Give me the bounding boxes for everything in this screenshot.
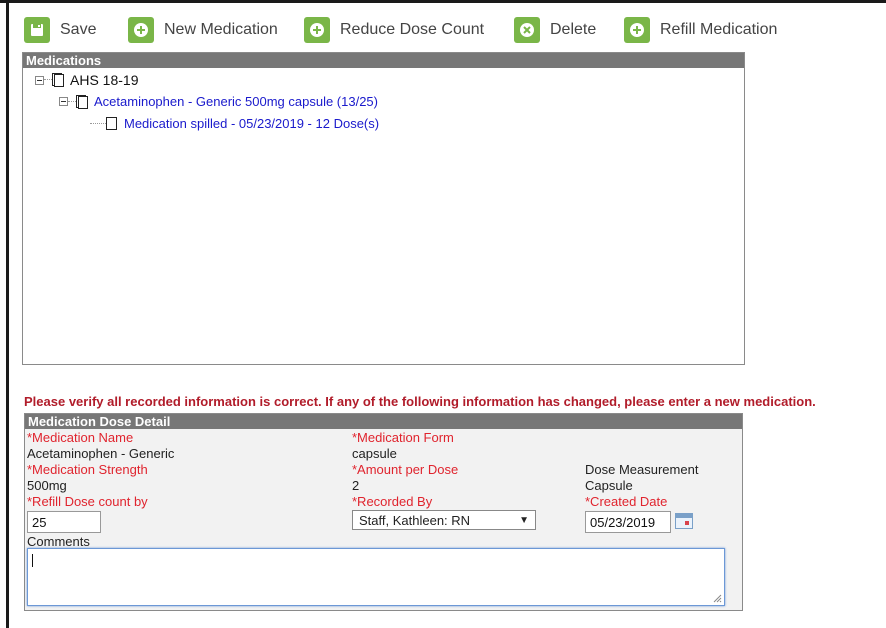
plus-circle-icon	[128, 17, 154, 43]
collapse-toggle-icon[interactable]	[35, 75, 44, 85]
delete-button-label: Delete	[550, 21, 597, 38]
dose-measurement-label: Dose Measurement	[585, 462, 699, 477]
medication-strength-label: *Medication Strength	[27, 462, 148, 477]
plus-circle-icon	[304, 17, 330, 43]
reduce-dose-count-button[interactable]: Reduce Dose Count	[304, 15, 484, 45]
medication-dose-detail-panel: Medication Dose Detail *Medication Name …	[24, 413, 743, 611]
medication-name-value: Acetaminophen - Generic	[27, 446, 175, 461]
refill-dose-count-label: *Refill Dose count by	[27, 494, 148, 509]
save-button[interactable]: Save	[24, 15, 96, 45]
recorded-by-label: *Recorded By	[352, 494, 433, 509]
window-top-border	[0, 0, 886, 3]
calendar-icon[interactable]	[675, 513, 693, 529]
delete-button[interactable]: Delete	[514, 15, 596, 45]
save-icon	[24, 17, 50, 43]
medications-panel: Medications AHS 18-19 Acetaminophen - Ge…	[22, 52, 745, 365]
close-circle-icon	[514, 17, 540, 43]
medication-form-value: capsule	[352, 446, 397, 461]
amount-per-dose-value: 2	[352, 478, 360, 493]
tree-node-event-link[interactable]: Medication spilled - 05/23/2019 - 12 Dos…	[124, 116, 379, 131]
document-icon	[52, 73, 64, 87]
tree-node-root-label: AHS 18-19	[70, 72, 139, 88]
recorded-by-select[interactable]: Staff, Kathleen: RN ▼	[352, 510, 536, 530]
comments-label: Comments	[27, 534, 90, 549]
recorded-by-selected-value: Staff, Kathleen: RN	[359, 512, 471, 528]
new-medication-button[interactable]: New Medication	[128, 15, 278, 45]
document-icon	[106, 116, 118, 131]
text-caret	[32, 554, 33, 567]
tree-node-event[interactable]: Medication spilled - 05/23/2019 - 12 Dos…	[90, 116, 379, 131]
medication-strength-value: 500mg	[27, 478, 67, 493]
tree-node-root[interactable]: AHS 18-19	[35, 72, 138, 88]
new-medication-button-label: New Medication	[164, 21, 278, 38]
medication-name-label: *Medication Name	[27, 430, 134, 445]
collapse-toggle-icon[interactable]	[59, 97, 68, 106]
dropdown-arrow-icon: ▼	[519, 514, 529, 526]
refill-medication-button[interactable]: Refill Medication	[624, 15, 777, 45]
medication-form-label: *Medication Form	[352, 430, 454, 445]
verification-warning: Please verify all recorded information i…	[24, 394, 816, 409]
document-icon	[76, 94, 88, 109]
resize-grip-icon[interactable]	[713, 594, 722, 603]
plus-circle-icon	[624, 17, 650, 43]
detail-panel-header: Medication Dose Detail	[25, 414, 742, 429]
comments-textarea[interactable]	[27, 548, 725, 606]
created-date-label: *Created Date	[585, 494, 668, 509]
save-button-label: Save	[60, 21, 97, 38]
amount-per-dose-label: *Amount per Dose	[352, 462, 459, 477]
window-left-border	[6, 0, 9, 628]
refill-medication-button-label: Refill Medication	[660, 21, 778, 38]
medications-panel-header: Medications	[23, 53, 744, 68]
reduce-dose-count-button-label: Reduce Dose Count	[340, 21, 485, 38]
refill-dose-count-input[interactable]	[27, 511, 101, 533]
tree-node-medication[interactable]: Acetaminophen - Generic 500mg capsule (1…	[59, 94, 378, 109]
created-date-input[interactable]	[585, 511, 671, 533]
tree-node-medication-link[interactable]: Acetaminophen - Generic 500mg capsule (1…	[94, 94, 378, 109]
dose-measurement-value: Capsule	[585, 478, 633, 493]
